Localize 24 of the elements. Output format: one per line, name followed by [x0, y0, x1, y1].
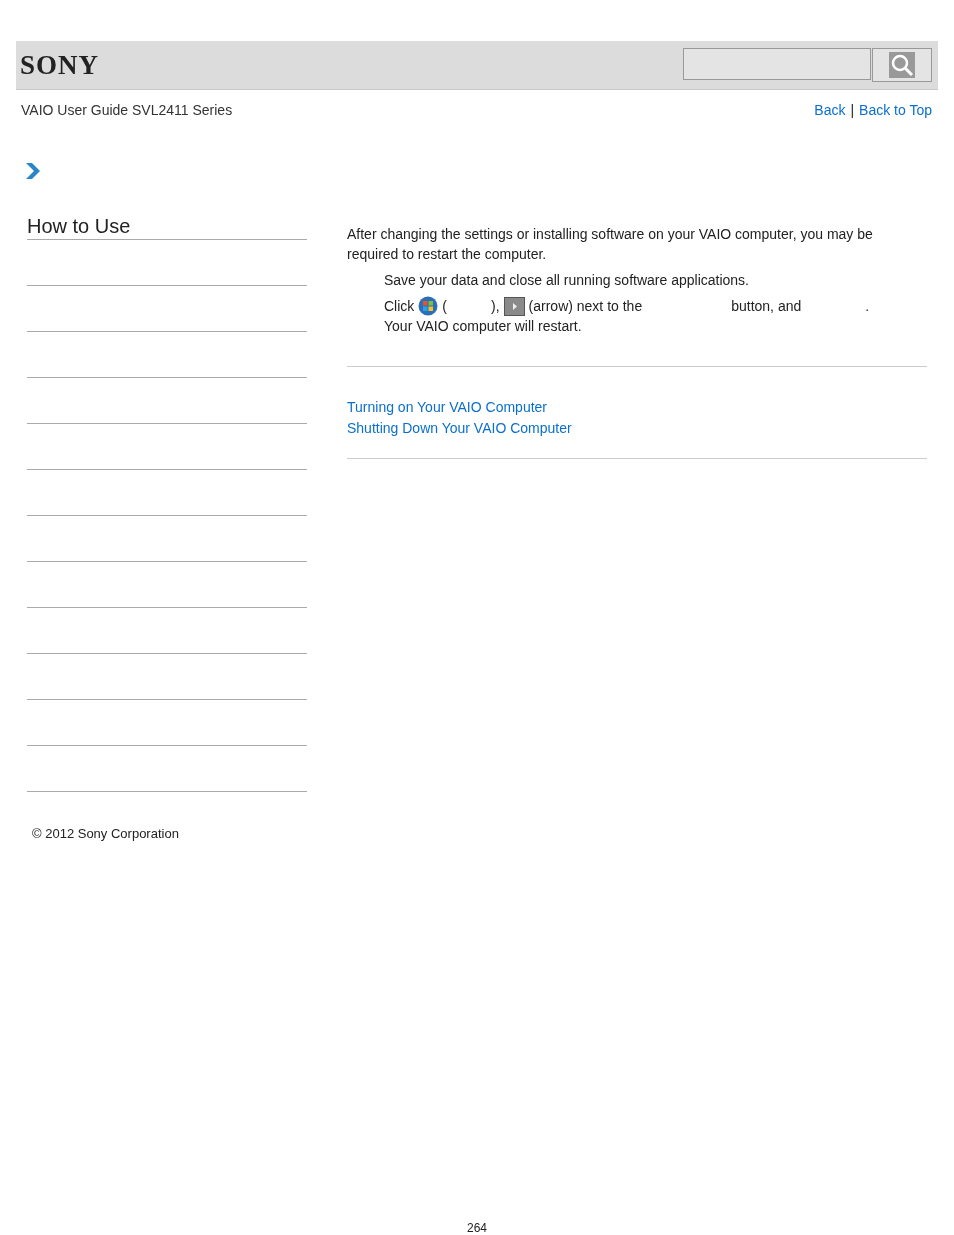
sidebar-heading: How to Use [27, 215, 307, 240]
step-text: button, and [731, 297, 802, 316]
guide-title: VAIO User Guide SVL2411 Series [21, 102, 233, 118]
step-text: . [865, 297, 870, 316]
step-text: ( [442, 297, 447, 316]
page-number: 264 [467, 1221, 487, 1235]
search-icon [889, 52, 915, 78]
search-field[interactable] [683, 48, 871, 80]
step-text: ), [491, 297, 500, 316]
start-orb-icon [418, 296, 439, 316]
step-text: Click [384, 297, 415, 316]
sony-logo: SONY [20, 49, 99, 81]
search-button[interactable] [872, 48, 932, 82]
link-separator: | [850, 102, 855, 118]
copyright: © 2012 Sony Corporation [32, 826, 180, 841]
step-result: Your VAIO computer will restart. [384, 317, 583, 336]
chevron-icon [26, 163, 40, 179]
nav-link[interactable]: Back to Top [859, 102, 932, 118]
step-text: Save your data and close all running software applications. [384, 271, 749, 290]
step-text: (arrow) next to the [528, 297, 643, 316]
related-link[interactable]: Shutting Down Your VAIO Computer [347, 420, 572, 436]
nav-link[interactable]: Back [814, 102, 846, 118]
intro-paragraph: After changing the settings or installing software on your VAIO computer, you may be required to restart the computer. [347, 225, 874, 264]
related-link[interactable]: Turning on Your VAIO Computer [347, 399, 547, 415]
